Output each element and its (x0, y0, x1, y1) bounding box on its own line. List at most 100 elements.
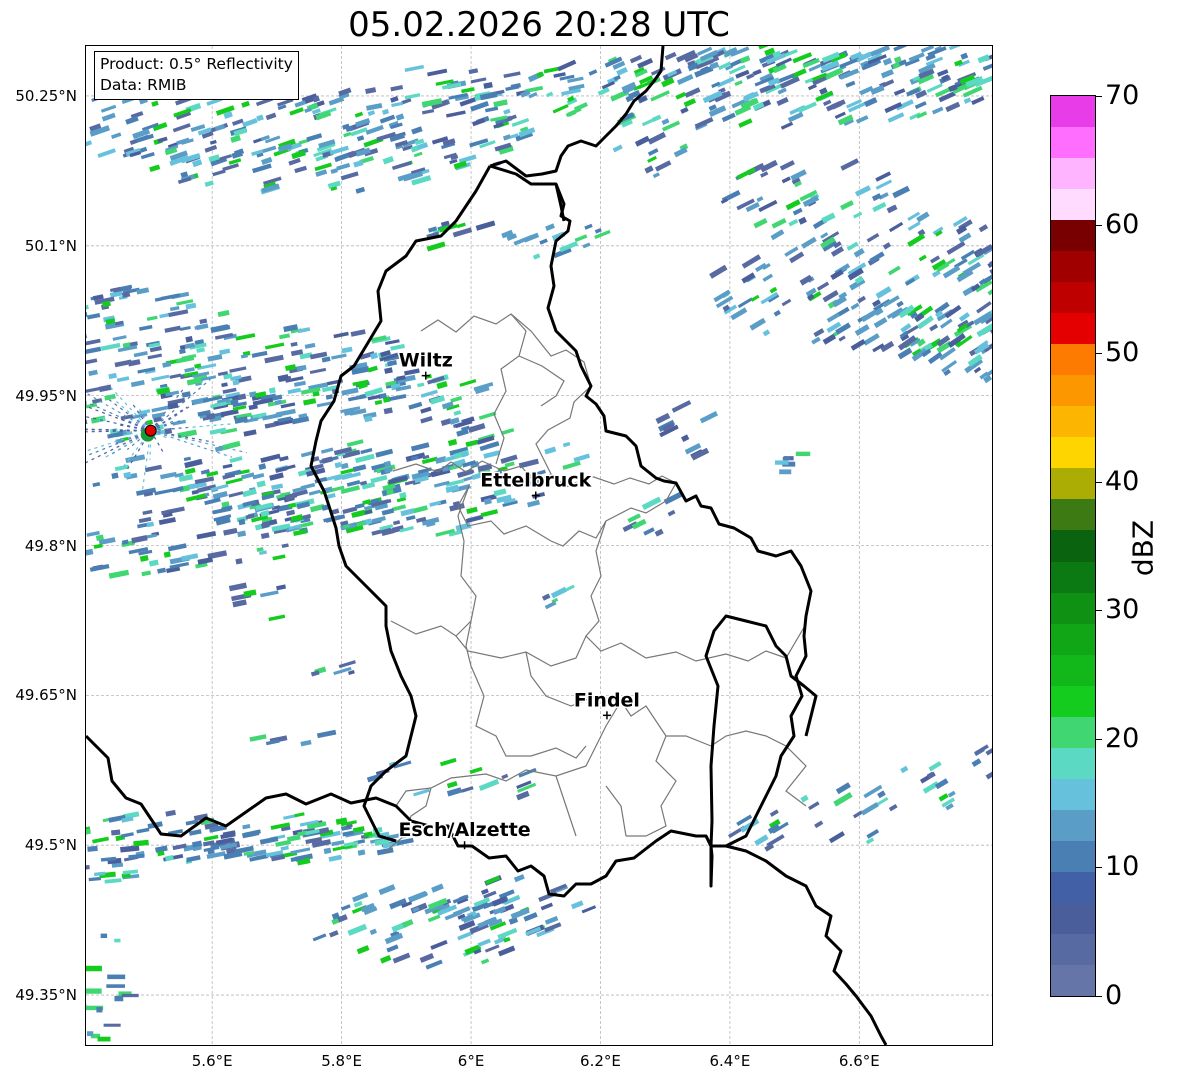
echo-cell (229, 366, 247, 373)
colorbar-tick (1096, 224, 1102, 226)
echo-cell (204, 180, 214, 187)
echo-cell (465, 514, 484, 524)
clutter-spoke (86, 429, 151, 432)
echo-cell (395, 113, 405, 121)
echo-cell (392, 952, 411, 964)
echo-cell (271, 483, 284, 491)
echo-cell (484, 106, 499, 113)
colorbar-segment (1051, 716, 1095, 748)
echo-cell (581, 905, 597, 914)
echo-cell (321, 456, 333, 464)
echo-cell (513, 874, 525, 883)
echo-cell (773, 309, 781, 317)
echo-cell (919, 771, 936, 784)
echo-cell (401, 919, 414, 928)
echo-cell (164, 325, 181, 333)
echo-cell (306, 133, 323, 142)
echo-cell (221, 382, 228, 388)
echo-cell (800, 794, 809, 803)
gridlines (86, 46, 992, 1045)
echo-cell (758, 46, 770, 50)
echo-cell (491, 896, 508, 907)
echo-cell (86, 864, 90, 871)
echo-cell (230, 134, 241, 143)
colorbar-tick (1096, 481, 1102, 483)
echo-cell (391, 161, 412, 171)
district-boundaries (385, 313, 807, 852)
echo-cell (222, 440, 241, 451)
echo-cell (355, 186, 366, 194)
echo-cell (265, 112, 277, 121)
echo-cell (196, 531, 217, 540)
echo-cell (734, 80, 743, 86)
colorbar-tick (1096, 738, 1102, 740)
echo-cell (387, 359, 398, 367)
echo-cell (419, 953, 435, 963)
echo-cell (544, 600, 557, 610)
echo-cell (289, 107, 304, 116)
echo-cell (540, 902, 554, 911)
colorbar-segment (1051, 498, 1095, 531)
echo-cell (816, 281, 830, 291)
city-label: Ettelbruck (480, 470, 591, 492)
echo-cell (430, 939, 448, 950)
echo-cell (634, 135, 650, 147)
echo-cell (264, 342, 285, 350)
echo-cell (388, 393, 407, 402)
echo-cell (427, 68, 448, 77)
echo-cell (404, 64, 425, 72)
echo-cell (958, 232, 972, 243)
echo-cell (185, 302, 197, 310)
echo-cell (98, 384, 112, 393)
echo-cell (550, 586, 568, 599)
echo-cell (683, 98, 697, 108)
echo-cell (225, 477, 243, 485)
echo-cell (217, 310, 230, 318)
echo-cell (873, 317, 888, 329)
echo-cell (828, 831, 845, 844)
echo-cell (331, 353, 347, 360)
echo-cell (392, 520, 401, 526)
echo-cell (276, 584, 287, 591)
echo-cell (154, 488, 174, 496)
echo-cell (477, 938, 491, 948)
echo-cell (183, 456, 191, 462)
echo-cell (643, 527, 655, 536)
echo-cell (164, 854, 174, 862)
echo-cell (391, 101, 404, 108)
echo-cell (413, 151, 423, 158)
city-label: Wiltz (399, 350, 453, 372)
echo-cell (854, 185, 871, 197)
echo-cell (420, 389, 438, 398)
map-canvas: Wiltz Ettelbruck Findel Esch/Alzette (86, 46, 992, 1045)
radar-map[interactable]: Wiltz Ettelbruck Findel Esch/Alzette (85, 45, 993, 1046)
city-label: Esch/Alzette (398, 819, 530, 841)
echo-cell (652, 172, 660, 179)
echo-cell (92, 836, 110, 844)
echo-cell (312, 933, 327, 942)
echo-cell (976, 322, 992, 338)
echo-cell (121, 993, 139, 998)
echo-cell (186, 855, 201, 863)
echo-cell (939, 318, 953, 329)
echo-cell (971, 758, 982, 767)
echo-cell (501, 773, 509, 780)
echo-cell (449, 158, 458, 165)
lat-label: 49.65°N (15, 686, 77, 705)
city-label: Findel (574, 689, 640, 711)
lat-label: 49.95°N (15, 386, 77, 405)
echo-cell (185, 493, 206, 502)
echo-cell (256, 114, 264, 122)
colorbar-unit-label: dBZ (1126, 519, 1160, 577)
echo-cell (813, 328, 825, 338)
echo-cell (447, 438, 458, 447)
echo-cell (341, 387, 359, 396)
echo-cell (196, 323, 209, 331)
echo-cell (376, 847, 394, 856)
colorbar-segment (1051, 157, 1095, 190)
echo-cell (212, 169, 226, 177)
echo-cell (570, 900, 584, 910)
echo-cell (736, 167, 756, 180)
echo-cell (446, 110, 466, 118)
echo-cell (336, 162, 351, 171)
